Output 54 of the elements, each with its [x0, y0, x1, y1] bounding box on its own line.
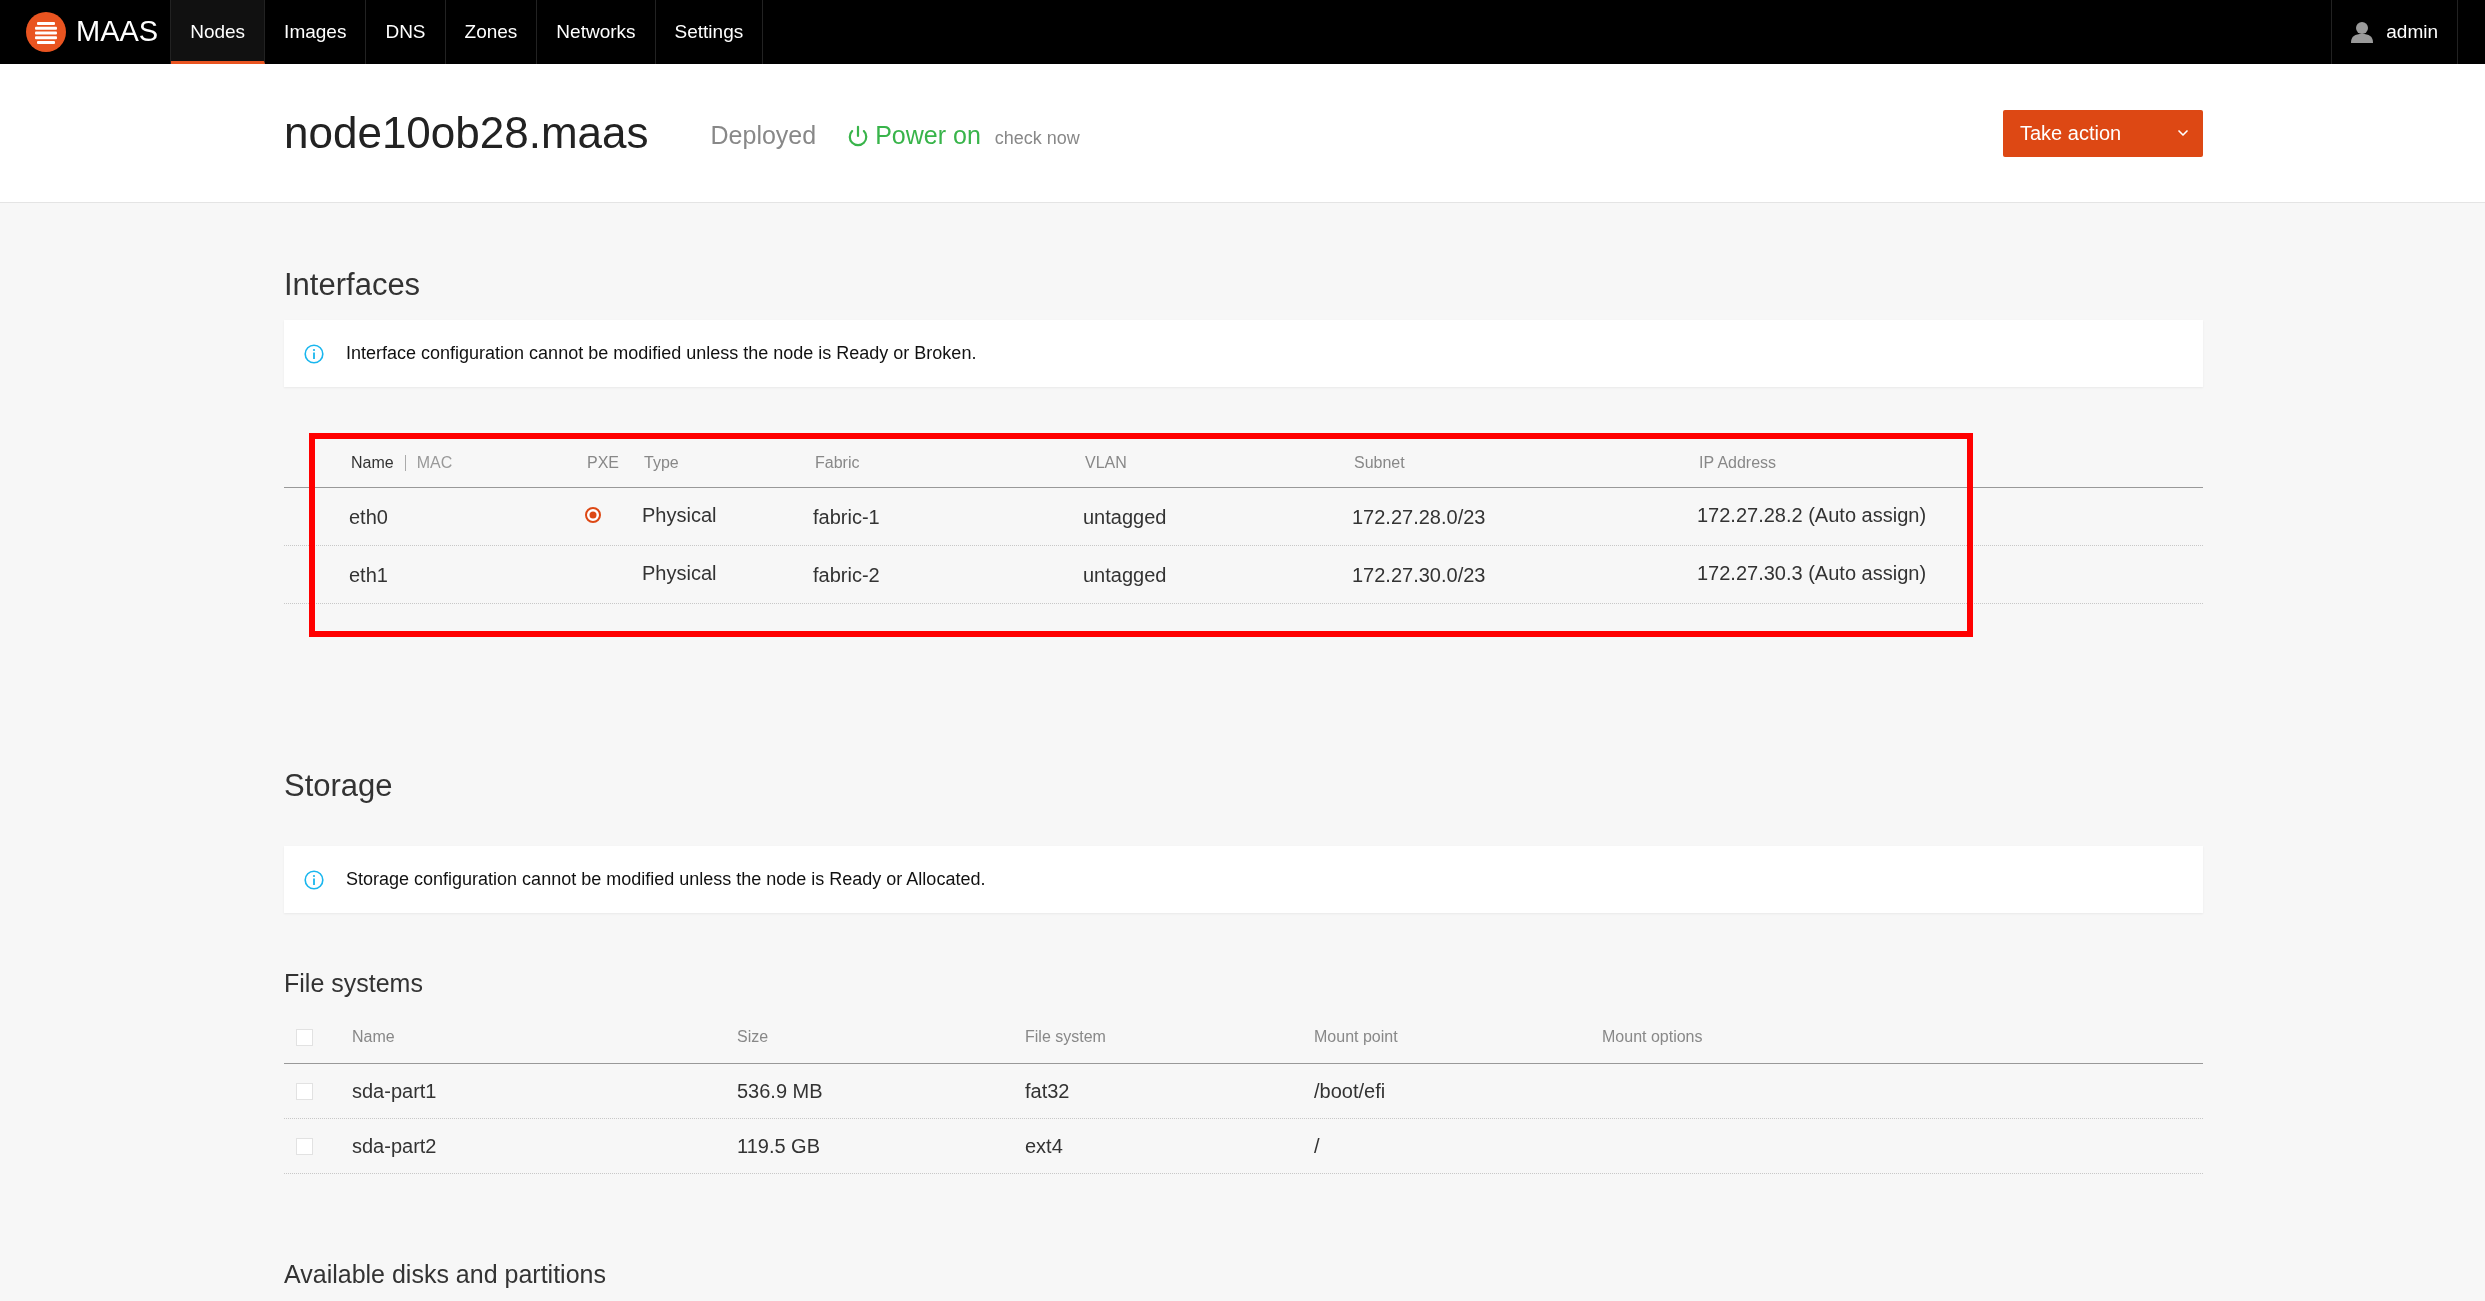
table-cell-text: fat32: [1025, 1079, 1071, 1104]
take-action-button[interactable]: Take action: [2003, 109, 2203, 157]
column-header: Fabric: [815, 452, 861, 473]
table-cell-text: Physical: [642, 502, 718, 528]
user-icon: [2351, 21, 2374, 43]
table-cell-text: untagged: [1083, 504, 1168, 530]
table-cell-text: /: [1314, 1134, 1321, 1159]
column-header: Mount options: [1602, 1027, 1704, 1047]
table-cell-text: 172.27.30.3 (Auto assign): [1697, 560, 1928, 586]
check-now-link[interactable]: check now: [994, 124, 1080, 152]
column-header: PXE: [587, 452, 620, 473]
column-header: Name: [352, 1027, 396, 1047]
power-status: Power on: [875, 120, 981, 152]
section-heading: Storage: [284, 767, 394, 805]
table-cell-text: 172.27.28.0/23: [1352, 504, 1487, 530]
table-cell-text: 172.27.30.0/23: [1352, 562, 1487, 588]
table-cell-text: eth0: [349, 504, 389, 530]
column-header: File system: [1025, 1027, 1107, 1047]
row-checkbox[interactable]: [296, 1137, 313, 1155]
table-cell-text: untagged: [1083, 562, 1168, 588]
table-cell-text: eth1: [349, 562, 389, 588]
table-cell-text: ext4: [1025, 1134, 1064, 1159]
subsection-heading: File systems: [284, 968, 424, 999]
table-cell-text: fabric-2: [813, 562, 881, 588]
column-header: Subnet: [1354, 452, 1406, 473]
table-cell-text: sda-part2: [352, 1134, 438, 1159]
column-header: Type: [644, 452, 680, 473]
row-checkbox[interactable]: [296, 1082, 313, 1100]
column-header: VLAN: [1085, 452, 1128, 473]
logo-icon: [26, 12, 66, 52]
node-title: node10ob28.maas: [284, 107, 649, 159]
table-cell-text: sda-part1: [352, 1079, 438, 1104]
radio-selected-icon[interactable]: [585, 506, 601, 523]
column-header: IP Address: [1699, 452, 1778, 473]
table-cell-text: 119.5 GB: [737, 1134, 822, 1159]
select-all-checkbox[interactable]: [296, 1028, 313, 1046]
column-header: Mount point: [1314, 1027, 1399, 1047]
node-status: Deployed: [710, 120, 817, 152]
column-header: Size: [737, 1027, 770, 1047]
table-cell-text: 172.27.28.2 (Auto assign): [1697, 502, 1928, 528]
table-cell-text: /boot/efi: [1314, 1079, 1387, 1104]
table-cell-text: fabric-1: [813, 504, 881, 530]
info-icon: [304, 869, 324, 890]
logo-text: MAAS: [76, 14, 159, 50]
nav-item[interactable]: Nodes: [171, 0, 266, 64]
column-toggle[interactable]: Name: [351, 450, 394, 475]
section-heading: Interfaces: [284, 266, 422, 304]
table-cell-text: 536.9 MB: [737, 1079, 824, 1104]
notice-text: Storage configuration cannot be modified unless the node is Ready or Allocated.: [346, 868, 986, 891]
info-icon: [304, 343, 324, 364]
notice-text: Interface configuration cannot be modified unless the node is Ready or Broken.: [346, 342, 977, 365]
power-icon: [847, 125, 870, 147]
table-cell-text: Physical: [642, 560, 718, 586]
subsection-heading: Available disks and partitions: [284, 1259, 607, 1290]
